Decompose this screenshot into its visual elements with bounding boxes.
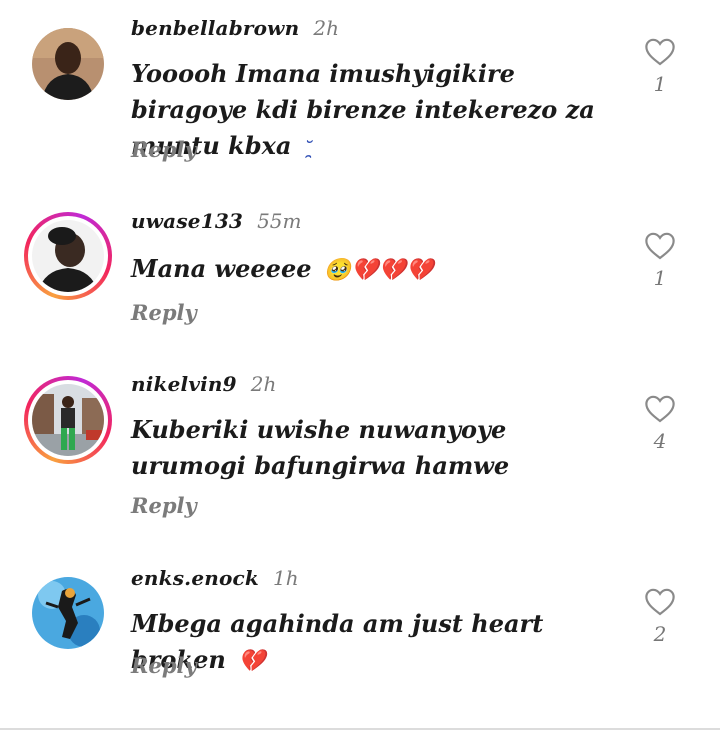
avatar-image — [32, 28, 104, 100]
like-count: 2 — [653, 622, 667, 646]
reply-button[interactable]: Reply — [131, 300, 197, 325]
username[interactable]: benbellabrown — [131, 16, 299, 40]
comment-header: nikelvin9 2h — [131, 372, 276, 402]
timestamp: 55m — [257, 209, 302, 233]
timestamp: 2h — [313, 16, 339, 40]
emoji: 🥹💔💔💔 — [323, 257, 434, 283]
like-control: 2 — [642, 586, 678, 646]
comment-text: Mana weeeee 🥹💔💔💔 — [131, 254, 434, 283]
like-control: 1 — [642, 36, 678, 96]
reply-button[interactable]: Reply — [131, 137, 197, 162]
avatar-image — [32, 384, 104, 456]
avatar-image — [32, 577, 104, 649]
avatar[interactable] — [32, 577, 104, 649]
comment-text: Yooooh Imana imushyigikire biragoye kdi … — [131, 59, 595, 160]
like-count: 1 — [653, 266, 667, 290]
avatar[interactable] — [24, 376, 112, 464]
username[interactable]: enks.enock — [131, 566, 259, 590]
comment-header: benbellabrown 2h — [131, 16, 339, 46]
heart-outline-icon[interactable] — [643, 393, 677, 423]
emoji: ˘̯ — [303, 138, 313, 159]
avatar-image — [32, 220, 104, 292]
heart-outline-icon[interactable] — [643, 586, 677, 616]
timestamp: 2h — [250, 372, 277, 396]
like-count: 1 — [653, 72, 667, 96]
username[interactable]: uwase133 — [131, 209, 243, 233]
avatar[interactable] — [32, 28, 104, 100]
reply-button[interactable]: Reply — [131, 493, 197, 518]
emoji: 💔 — [238, 648, 266, 674]
like-count: 4 — [653, 429, 667, 453]
comment-header: enks.enock 1h — [131, 566, 299, 596]
comment-text: Mbega agahinda am just heart broken 💔 — [131, 609, 544, 674]
divider — [0, 728, 720, 730]
timestamp: 1h — [273, 566, 299, 590]
like-control: 4 — [642, 393, 678, 453]
comment-header: uwase133 55m — [131, 209, 301, 239]
story-ring — [28, 380, 108, 460]
heart-outline-icon[interactable] — [643, 36, 677, 66]
heart-outline-icon[interactable] — [643, 230, 677, 260]
story-ring — [28, 216, 108, 296]
like-control: 1 — [642, 230, 678, 290]
reply-button[interactable]: Reply — [131, 653, 197, 678]
comment-text: Kuberiki uwishe nuwanyoye urumogi bafung… — [131, 415, 510, 480]
username[interactable]: nikelvin9 — [131, 372, 237, 396]
avatar[interactable] — [24, 212, 112, 300]
